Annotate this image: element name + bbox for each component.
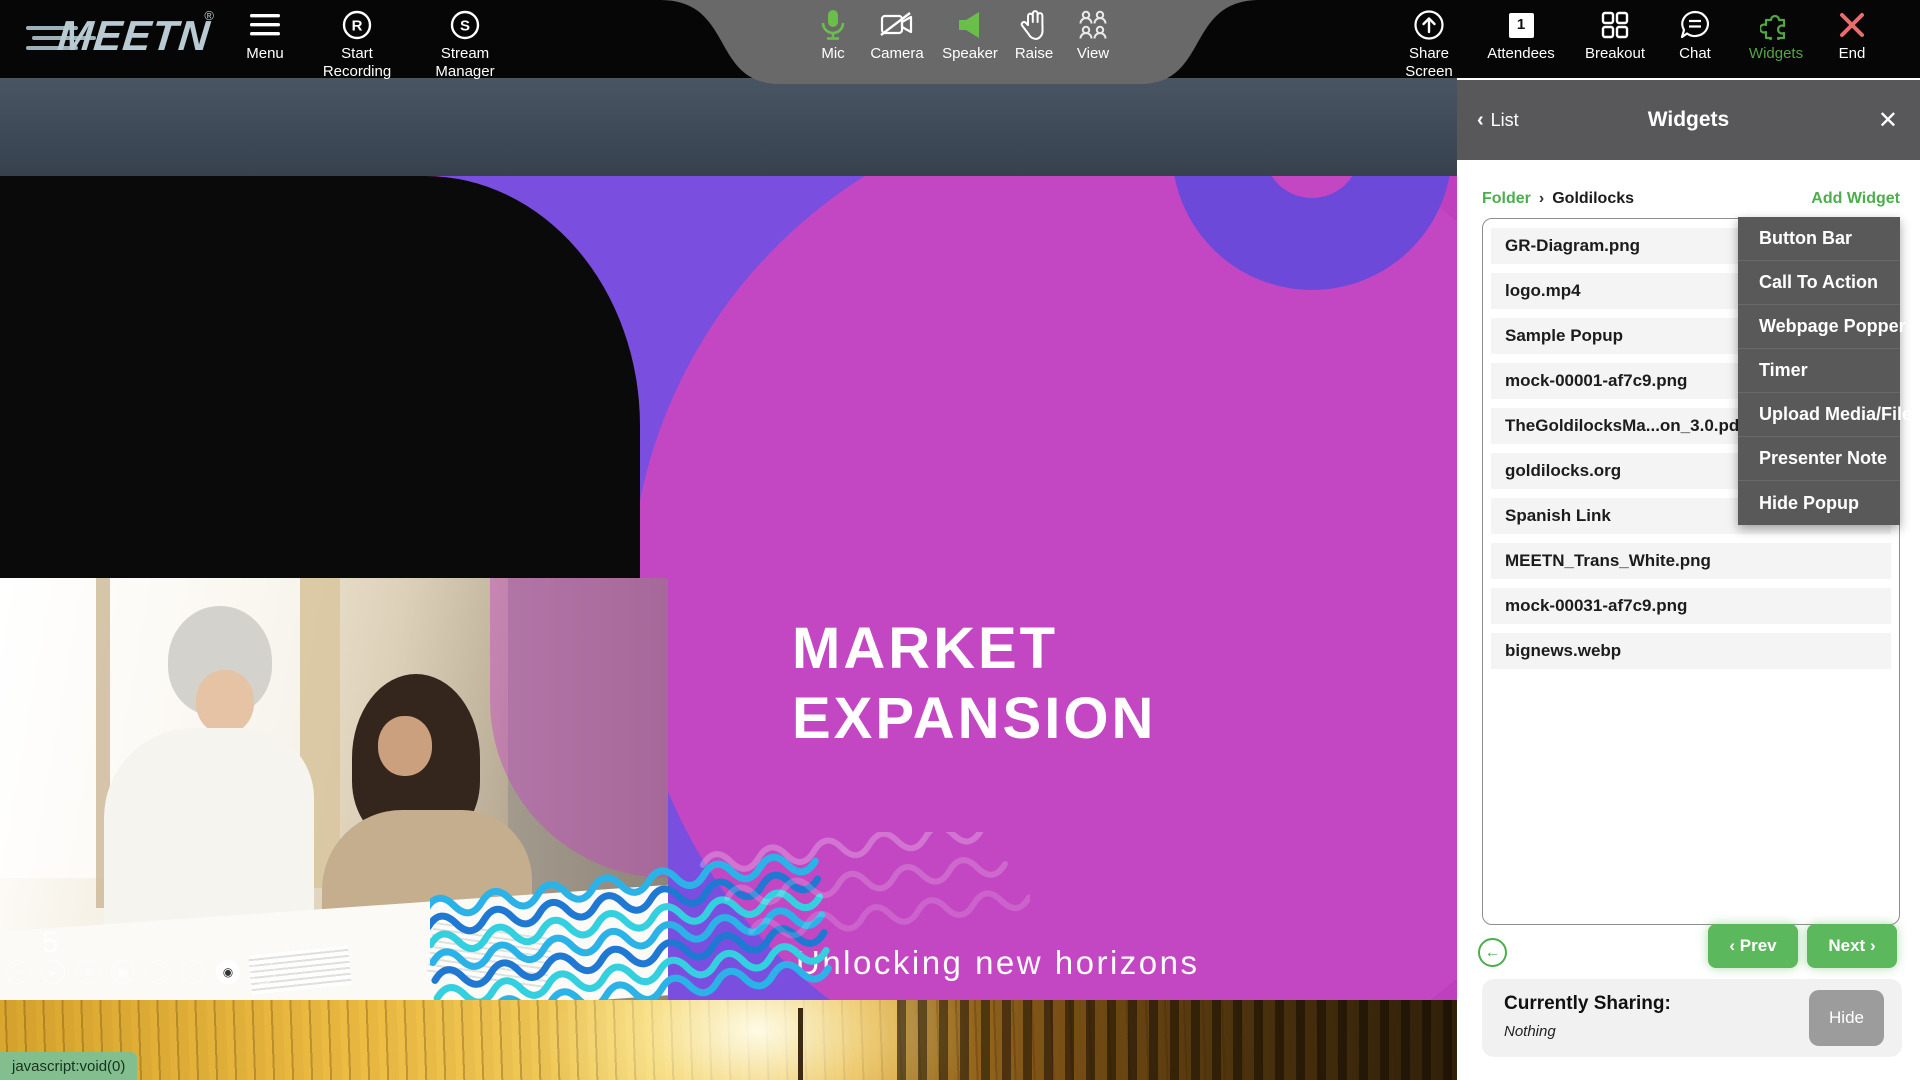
chat-label: Chat — [1679, 45, 1711, 63]
file-list-item[interactable]: mock-00031-af7c9.png — [1491, 588, 1891, 624]
slide-wave-decoration — [430, 832, 1030, 1000]
draw-icon[interactable]: ✎ — [76, 960, 100, 984]
menu-label: Menu — [246, 45, 284, 63]
add-widget-link[interactable]: Add Widget — [1811, 190, 1900, 208]
puzzle-icon — [1760, 8, 1792, 42]
share-screen-label: Share Screen — [1405, 45, 1453, 81]
svg-text:R: R — [352, 18, 363, 35]
view-label: View — [1077, 45, 1109, 63]
stream-manager-button[interactable]: S Stream Manager — [417, 8, 513, 81]
svg-text:S: S — [460, 18, 470, 35]
camera-off-icon — [879, 8, 915, 42]
end-x-icon — [1838, 8, 1866, 42]
file-list-item[interactable]: MEETN_Trans_White.png — [1491, 543, 1891, 579]
panel-title: Widgets — [1457, 108, 1920, 132]
grid-icon[interactable]: ▦ — [111, 960, 135, 984]
sunset-pole — [798, 1008, 803, 1080]
stream-manager-label: Stream Manager — [435, 45, 494, 81]
mic-label: Mic — [821, 45, 844, 63]
breadcrumb-folder-link[interactable]: Folder — [1482, 190, 1531, 208]
end-label: End — [1839, 45, 1866, 63]
more-icon[interactable]: ⋯ — [251, 960, 275, 984]
end-meeting-button[interactable]: End — [1804, 8, 1900, 63]
meetn-logo: MEETN ® — [26, 8, 216, 66]
breakout-label: Breakout — [1585, 45, 1645, 63]
dropdown-menu-item[interactable]: Webpage Popper — [1738, 305, 1900, 349]
dropdown-menu-item[interactable]: Hide Popup — [1738, 481, 1900, 525]
shared-presentation-slide: MARKET EXPANSION Unlocking new horizons … — [0, 176, 1457, 1000]
people-grid-icon — [1077, 8, 1109, 42]
chevron-right-icon: › — [1539, 190, 1544, 208]
arrow-left-icon: ← — [1485, 944, 1501, 962]
currently-sharing-value: Nothing — [1504, 1023, 1556, 1040]
dropdown-menu-item[interactable]: Upload Media/File — [1738, 393, 1900, 437]
view-button[interactable]: View — [1045, 8, 1141, 63]
photo-person-right-face — [378, 716, 432, 776]
dropdown-menu-item[interactable]: Call To Action — [1738, 261, 1900, 305]
start-recording-label: Start Recording — [323, 45, 391, 81]
widgets-panel-header: ‹ List Widgets ✕ — [1457, 80, 1920, 160]
stage-background — [0, 78, 1457, 176]
logo-text: MEETN — [55, 12, 212, 60]
slide-number: 5 — [42, 926, 59, 960]
attendees-count-badge: 1 — [1509, 13, 1534, 38]
file-list-item[interactable]: bignews.webp — [1491, 633, 1891, 669]
attendees-button[interactable]: 1 Attendees — [1473, 8, 1569, 63]
next-slide-sunset-image — [0, 1000, 1457, 1080]
next-button[interactable]: Next › — [1807, 924, 1897, 968]
folder-up-button[interactable]: ← — [1478, 938, 1507, 967]
browser-status-bar: javascript:void(0) — [0, 1052, 137, 1080]
hide-button[interactable]: Hide — [1809, 990, 1884, 1046]
mic-icon — [818, 8, 848, 42]
slide-title-line1: MARKET — [792, 614, 1156, 684]
zoom-icon[interactable]: ◌ — [146, 960, 170, 984]
meetn-app: MEETN ® Menu R Start Recording S Stream … — [0, 0, 1920, 1080]
dropdown-menu-item[interactable]: Presenter Note — [1738, 437, 1900, 481]
currently-sharing-label: Currently Sharing: — [1504, 993, 1671, 1015]
slide-black-panel — [0, 176, 640, 578]
menu-button[interactable]: Menu — [217, 8, 313, 63]
widgets-panel: ‹ List Widgets ✕ Folder › Goldilocks Add… — [1457, 78, 1920, 1080]
attendees-label: Attendees — [1487, 45, 1555, 63]
blank-icon[interactable] — [181, 960, 205, 984]
photo-person-left-face — [196, 670, 254, 734]
camera-toggle-icon[interactable]: ◉ — [216, 960, 240, 984]
back-icon[interactable]: ‹ — [6, 960, 30, 984]
record-icon: R — [342, 8, 372, 42]
breakout-grid-icon — [1600, 8, 1630, 42]
top-toolbar: MEETN ® Menu R Start Recording S Stream … — [0, 0, 1920, 78]
camera-label: Camera — [870, 45, 923, 63]
slide-title: MARKET EXPANSION — [792, 614, 1156, 754]
widgets-label: Widgets — [1749, 45, 1803, 63]
slide-controls-row: ‹ ▸ ✎ ▦ ◌ ◉ ⋯ — [6, 960, 275, 984]
start-recording-button[interactable]: R Start Recording — [309, 8, 405, 81]
raise-hand-icon — [1020, 8, 1048, 42]
slide-title-line2: EXPANSION — [792, 684, 1156, 754]
currently-sharing-box: Currently Sharing: Nothing Hide — [1482, 979, 1902, 1057]
dropdown-menu-item[interactable]: Button Bar — [1738, 217, 1900, 261]
add-widget-dropdown-menu: Button BarCall To ActionWebpage PopperTi… — [1738, 217, 1900, 525]
breadcrumb: Folder › Goldilocks Add Widget — [1482, 190, 1900, 208]
panel-footer: ← ‹ Prev Next › — [1457, 923, 1920, 983]
dropdown-menu-item[interactable]: Timer — [1738, 349, 1900, 393]
play-icon[interactable]: ▸ — [41, 960, 65, 984]
close-icon[interactable]: ✕ — [1878, 106, 1898, 135]
chat-bubble-icon — [1679, 8, 1711, 42]
share-screen-icon — [1413, 8, 1445, 42]
registered-mark: ® — [204, 8, 214, 23]
sunset-trees — [897, 1000, 1457, 1080]
breadcrumb-current: Goldilocks — [1552, 190, 1634, 208]
speaker-icon — [955, 8, 985, 42]
prev-button[interactable]: ‹ Prev — [1708, 924, 1798, 968]
share-screen-button[interactable]: Share Screen — [1381, 8, 1477, 81]
hamburger-icon — [250, 8, 280, 42]
stream-icon: S — [450, 8, 480, 42]
